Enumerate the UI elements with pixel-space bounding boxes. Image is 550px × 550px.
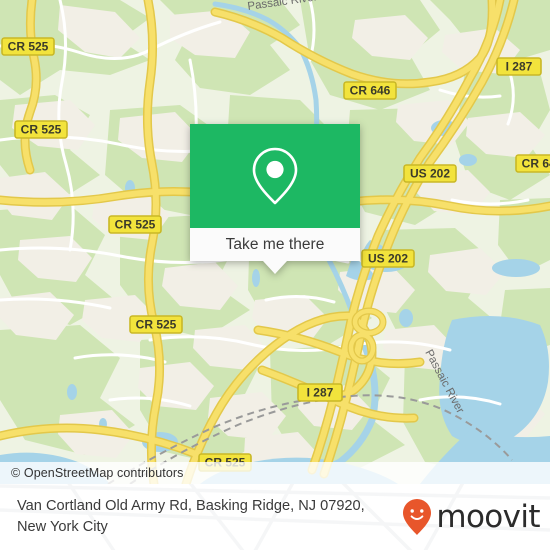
svg-text:CR 525: CR 525 [8,40,49,54]
road-shield: CR 525 [1,37,55,56]
road-shield: CR 525 [108,215,162,234]
take-me-there-button[interactable]: Take me there [190,228,360,261]
osm-attribution-text: © OpenStreetMap contributors [11,466,184,480]
svg-text:CR 646: CR 646 [350,84,391,98]
road-shield: CR 646 [515,154,550,173]
address-line-2: New York City [17,519,108,535]
svg-text:CR 646: CR 646 [522,157,550,171]
address-text: Van Cortland Old Army Rd, Basking Ridge,… [17,496,402,538]
svg-text:I 287: I 287 [506,60,533,74]
svg-text:I 287: I 287 [307,386,334,400]
road-shield: CR 525 [129,315,183,334]
take-me-there-label: Take me there [225,235,325,253]
road-shield: US 202 [361,249,415,268]
map-pin-icon [252,147,298,205]
svg-text:CR 525: CR 525 [115,218,156,232]
popup-tail [263,261,287,274]
moovit-wordmark: moovit [436,498,540,535]
svg-text:US 202: US 202 [368,252,408,266]
road-shield: I 287 [297,383,343,402]
address-line-1: Van Cortland Old Army Rd, Basking Ridge,… [17,498,365,514]
moovit-pin-smiley-icon [403,499,432,535]
map-screenshot: Passaic River Passaic River CR 525 I 287 C… [0,0,550,550]
svg-text:CR 525: CR 525 [136,318,177,332]
moovit-logo[interactable]: moovit [402,498,541,536]
road-shield: US 202 [403,164,457,183]
footer-content: Van Cortland Old Army Rd, Basking Ridge,… [0,484,550,550]
road-shield: CR 646 [343,81,397,100]
road-shield: CR 525 [14,120,68,139]
footer-bar: Van Cortland Old Army Rd, Basking Ridge,… [0,484,550,550]
road-shield: I 287 [496,57,542,76]
take-me-there-popup[interactable]: Take me there [190,124,360,274]
popup-icon-area [190,124,360,228]
svg-text:US 202: US 202 [410,167,450,181]
svg-text:CR 525: CR 525 [21,123,62,137]
osm-attribution-bar: © OpenStreetMap contributors [0,462,550,484]
